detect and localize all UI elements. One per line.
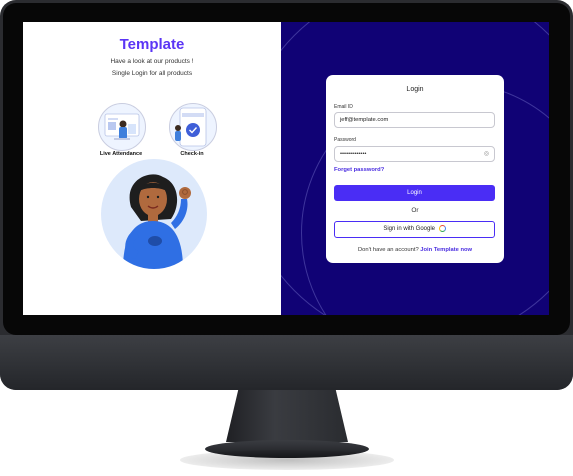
checkin-illustration-icon[interactable] xyxy=(169,103,217,151)
password-field[interactable]: ••••••••••••• ◎ xyxy=(334,146,495,162)
email-label: Email ID xyxy=(334,104,353,110)
screen: Template Have a look at our products ! S… xyxy=(23,22,549,315)
monitor-stand-neck xyxy=(226,390,348,442)
email-field[interactable]: jeff@template.com xyxy=(334,112,495,128)
google-icon xyxy=(438,224,446,232)
login-title: Login xyxy=(406,86,424,93)
email-value: jeff@template.com xyxy=(340,117,389,123)
login-card: Login Email ID jeff@template.com Passwor… xyxy=(326,75,504,263)
tagline-single-login: Single Login for all products xyxy=(111,70,193,77)
google-sign-in-button[interactable]: Sign in with Google xyxy=(334,221,495,238)
checkin-icon xyxy=(175,107,207,147)
tagline-products: Have a look at our products ! xyxy=(110,58,194,65)
google-sign-in-label: Sign in with Google xyxy=(383,226,436,232)
left-panel: Template Have a look at our products ! S… xyxy=(23,22,281,315)
signup-text: Don't have an account? xyxy=(357,247,419,253)
brand-title: Template xyxy=(119,36,185,53)
product-label-check-in: Check-in xyxy=(180,151,204,157)
woman-ok-gesture-illustration xyxy=(101,159,207,269)
monitor-chin xyxy=(0,335,573,390)
product-label-live-attendance: Live Attendance xyxy=(99,151,143,157)
attendance-icon xyxy=(104,113,140,140)
hero-illustration xyxy=(123,174,191,269)
eye-toggle-icon[interactable]: ◎ xyxy=(484,150,489,157)
attendance-illustration-icon[interactable] xyxy=(98,103,146,151)
or-divider: Or xyxy=(411,207,419,214)
login-button[interactable]: Login xyxy=(334,185,495,201)
join-template-link[interactable]: Join Template now xyxy=(420,247,472,253)
signup-prompt: Don't have an account? Join Template now xyxy=(326,247,504,253)
stand-shadow xyxy=(180,450,394,470)
forgot-password-link[interactable]: Forget password? xyxy=(334,167,384,173)
password-label: Password xyxy=(334,137,356,143)
password-value: ••••••••••••• xyxy=(340,151,367,157)
